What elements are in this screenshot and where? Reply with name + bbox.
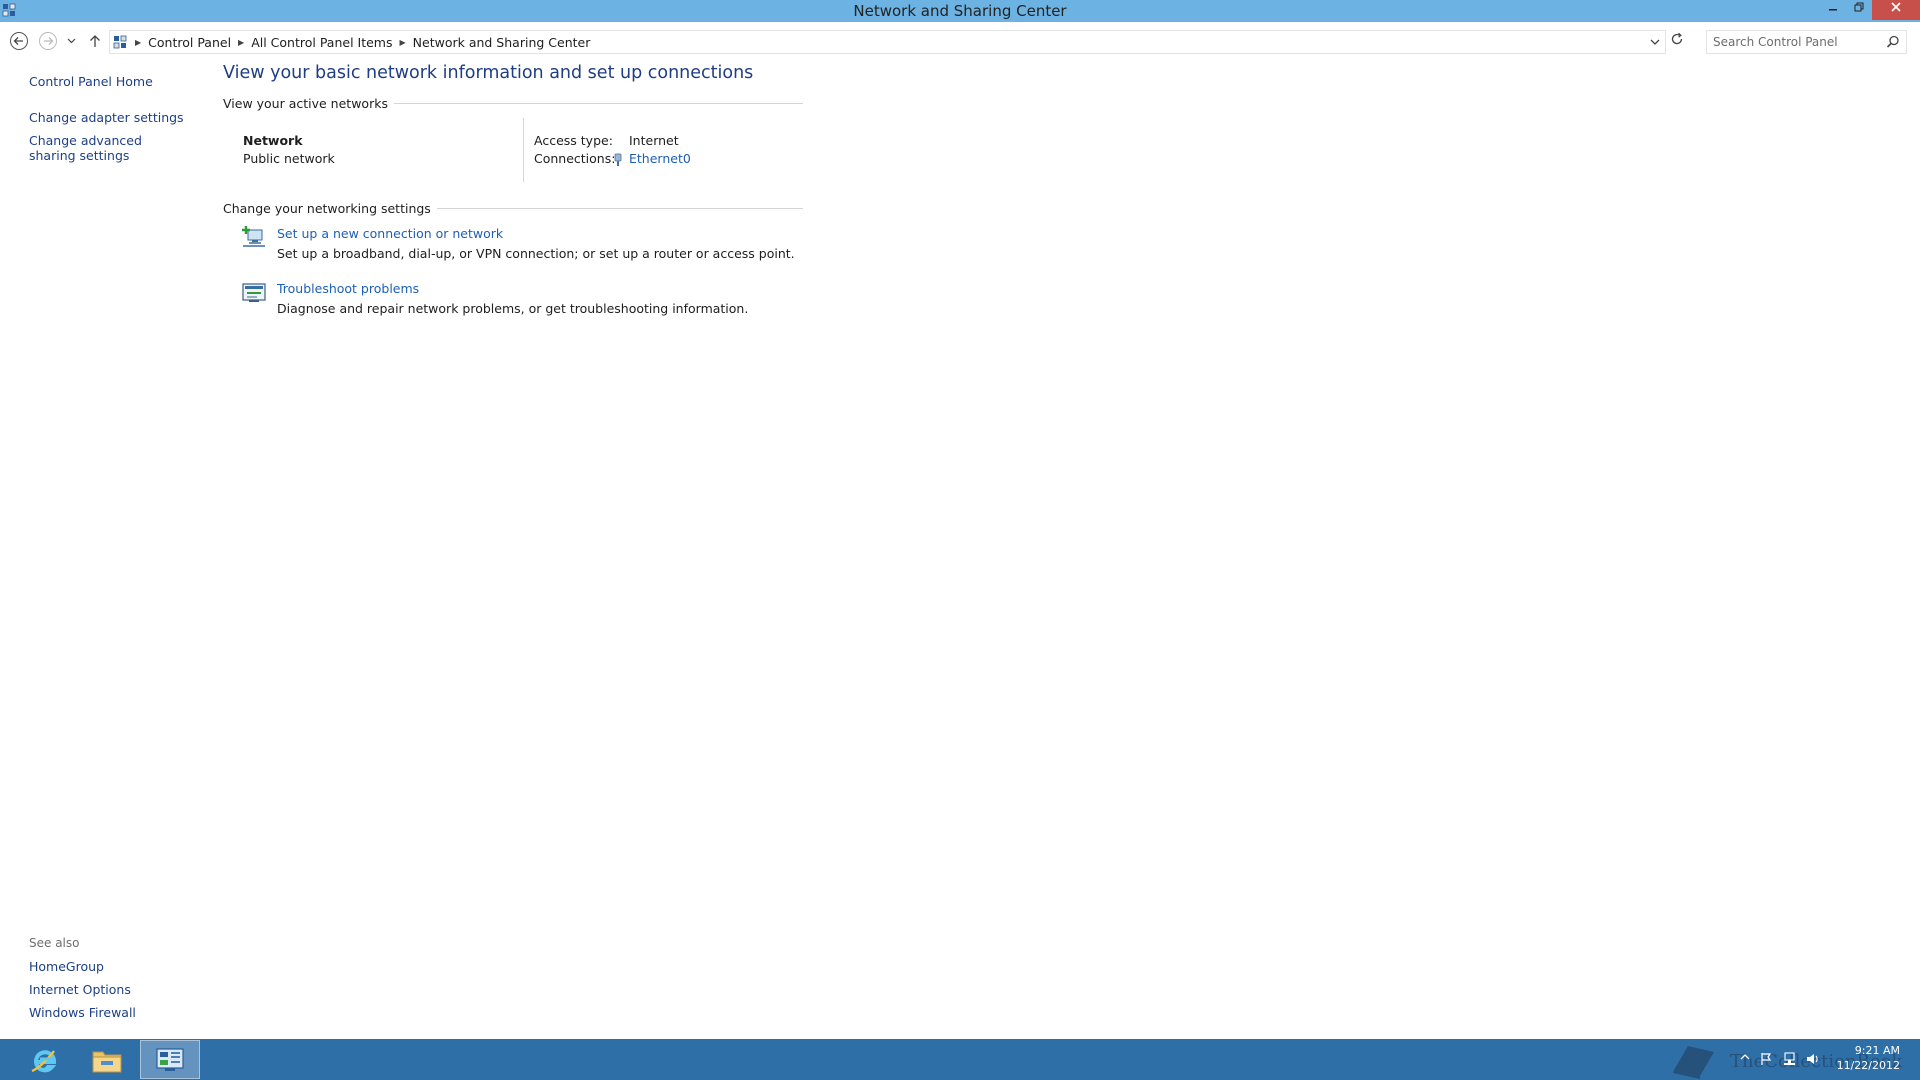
clock[interactable]: 9:21 AM 11/22/2012 xyxy=(1837,1043,1900,1073)
minimize-button[interactable] xyxy=(1820,0,1846,20)
forward-button[interactable] xyxy=(37,30,59,52)
troubleshoot-problems-description: Diagnose and repair network problems, or… xyxy=(277,301,749,316)
network-tray-icon[interactable] xyxy=(1782,1052,1796,1066)
chevron-down-icon xyxy=(67,38,75,44)
system-tray xyxy=(1740,1052,1820,1066)
new-connection-icon[interactable] xyxy=(241,224,267,250)
file-explorer-icon xyxy=(92,1051,122,1072)
breadcrumb-separator-icon[interactable]: ▶ xyxy=(135,38,141,47)
troubleshoot-problems-link[interactable]: Troubleshoot problems xyxy=(277,281,419,296)
title-bar: Network and Sharing Center xyxy=(0,0,1920,22)
troubleshoot-icon[interactable] xyxy=(241,280,267,306)
clock-time: 9:21 AM xyxy=(1854,1044,1900,1057)
restore-button[interactable] xyxy=(1846,0,1872,20)
recent-locations-button[interactable] xyxy=(62,30,80,52)
control-panel-taskbar-button[interactable] xyxy=(140,1040,200,1079)
address-dropdown-button[interactable] xyxy=(1649,35,1661,52)
network-name: Network xyxy=(243,133,303,148)
connections-label: Connections: xyxy=(534,151,616,166)
breadcrumb-network-and-sharing-center[interactable]: Network and Sharing Center xyxy=(413,35,591,50)
see-also-heading: See also xyxy=(29,936,80,950)
networking-settings-heading: Change your networking settings xyxy=(223,201,431,216)
search-icon[interactable] xyxy=(1886,35,1900,52)
back-button[interactable] xyxy=(8,30,30,52)
show-hidden-icons-icon[interactable] xyxy=(1740,1052,1750,1062)
access-type-value: Internet xyxy=(629,133,679,148)
up-button[interactable] xyxy=(84,30,106,52)
breadcrumb-control-panel[interactable]: Control Panel xyxy=(148,35,231,50)
action-center-flag-icon[interactable] xyxy=(1760,1052,1772,1066)
back-arrow-icon xyxy=(10,32,28,50)
file-explorer-taskbar-button[interactable] xyxy=(77,1040,137,1079)
clock-date: 11/22/2012 xyxy=(1836,1059,1900,1072)
internet-explorer-taskbar-button[interactable] xyxy=(15,1040,75,1079)
control-panel-home-link[interactable]: Control Panel Home xyxy=(29,74,189,89)
refresh-button[interactable] xyxy=(1670,32,1692,54)
search-input[interactable] xyxy=(1707,31,1877,53)
control-panel-icon xyxy=(156,1047,184,1071)
network-type: Public network xyxy=(243,151,335,166)
page-title: View your basic network information and … xyxy=(223,63,754,83)
windows-firewall-link[interactable]: Windows Firewall xyxy=(29,1005,189,1020)
internet-options-link[interactable]: Internet Options xyxy=(29,982,189,997)
setup-new-connection-description: Set up a broadband, dial-up, or VPN conn… xyxy=(277,246,795,261)
search-box[interactable] xyxy=(1706,30,1907,54)
section-divider xyxy=(393,103,803,104)
breadcrumb-all-control-panel-items[interactable]: All Control Panel Items xyxy=(251,35,392,50)
forward-arrow-icon xyxy=(39,32,57,50)
active-networks-section: View your active networks xyxy=(223,96,803,111)
refresh-icon xyxy=(1671,32,1683,45)
networking-settings-section: Change your networking settings xyxy=(223,201,803,216)
breadcrumb-separator-icon[interactable]: ▶ xyxy=(238,38,244,47)
window-title: Network and Sharing Center xyxy=(853,2,1067,20)
change-advanced-sharing-settings-link[interactable]: Change advanced sharing settings xyxy=(29,133,189,163)
volume-icon[interactable] xyxy=(1806,1052,1820,1066)
breadcrumb-separator-icon[interactable]: ▶ xyxy=(400,38,406,47)
control-panel-crumb-icon xyxy=(112,34,128,50)
active-networks-heading: View your active networks xyxy=(223,96,388,111)
setup-new-connection-link[interactable]: Set up a new connection or network xyxy=(277,226,503,241)
internet-explorer-icon xyxy=(31,1049,57,1072)
homegroup-link[interactable]: HomeGroup xyxy=(29,959,189,974)
navigation-bar: ▶ Control Panel ▶ All Control Panel Item… xyxy=(0,22,1920,60)
address-bar[interactable]: ▶ Control Panel ▶ All Control Panel Item… xyxy=(109,30,1666,54)
close-button[interactable] xyxy=(1872,0,1920,20)
left-task-pane: Control Panel Home Change adapter settin… xyxy=(0,60,205,1038)
ethernet-icon xyxy=(613,153,623,170)
up-arrow-icon xyxy=(90,35,100,47)
access-type-label: Access type: xyxy=(534,133,613,148)
change-adapter-settings-link[interactable]: Change adapter settings xyxy=(29,110,189,125)
chevron-down-icon xyxy=(1650,39,1660,45)
vertical-divider xyxy=(523,118,524,182)
book-watermark-icon xyxy=(1673,1046,1714,1079)
ethernet0-link[interactable]: Ethernet0 xyxy=(629,151,691,166)
taskbar: TheCollectionBook 9:21 AM 11/22/2012 xyxy=(0,1039,1920,1080)
section-divider xyxy=(436,208,803,209)
